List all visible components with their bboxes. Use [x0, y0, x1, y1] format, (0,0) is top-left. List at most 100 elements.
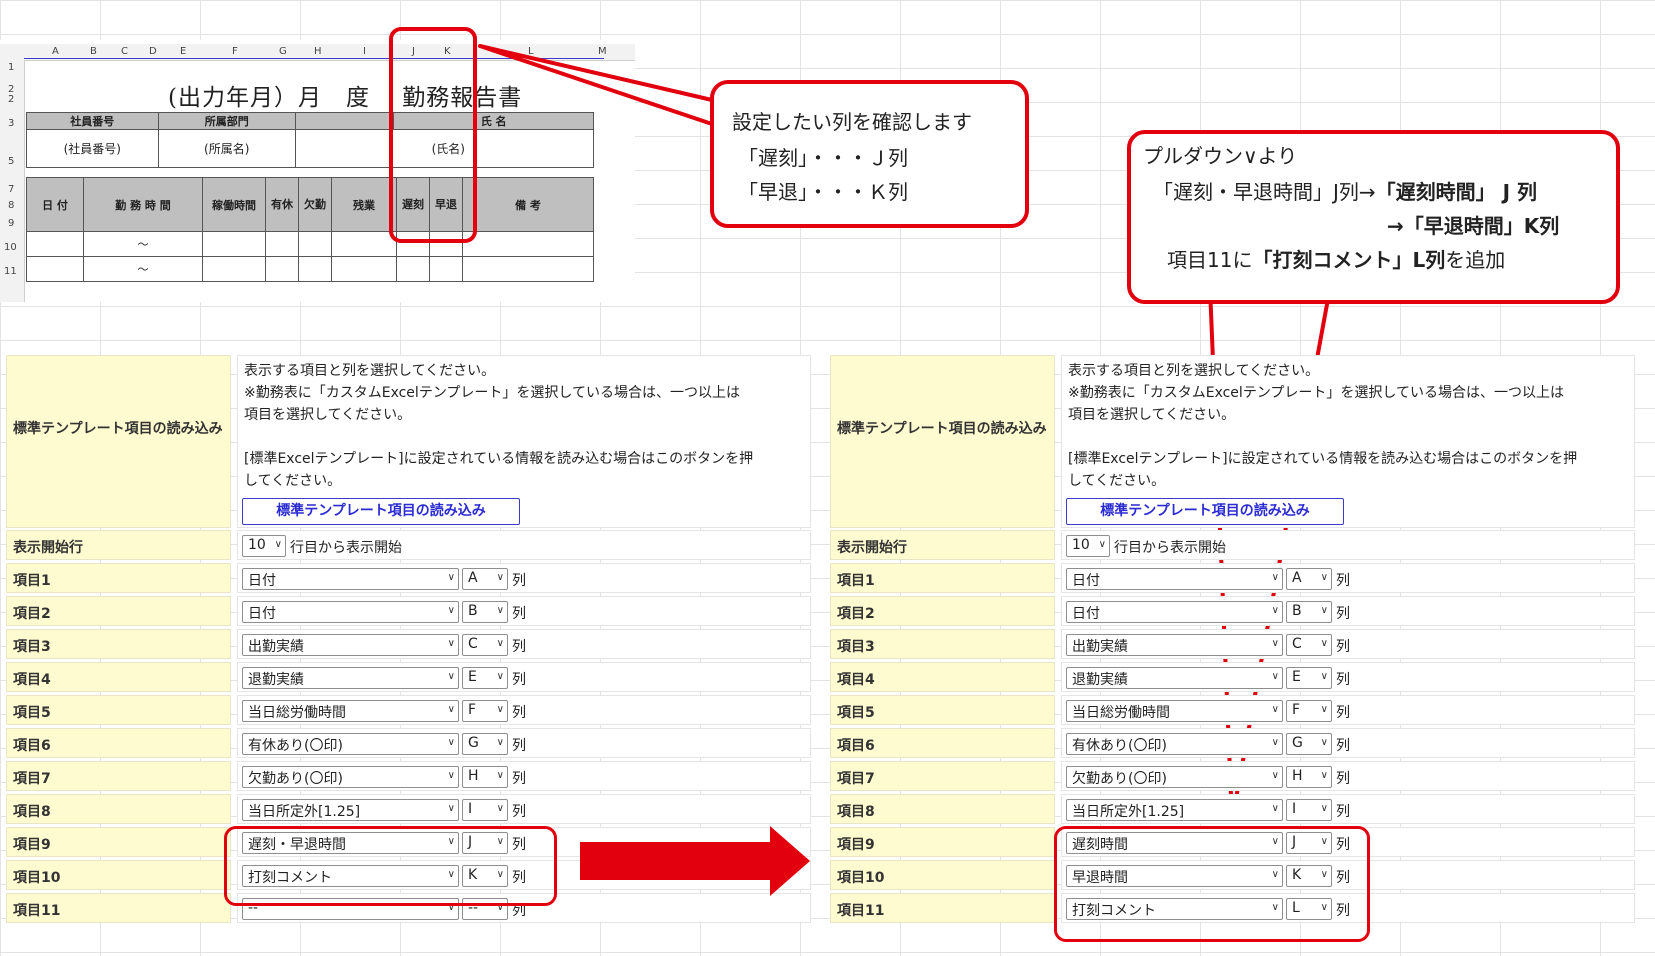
callout-line: 「早退」・・・Ｋ列 — [738, 180, 908, 204]
item-row: 項目5 当日総労働時間 ∨ F ∨ 列 — [830, 695, 1635, 725]
column-suffix: 列 — [512, 672, 526, 688]
chevron-down-icon: ∨ — [1271, 770, 1279, 781]
chevron-down-icon: ∨ — [1271, 605, 1279, 616]
column-suffix: 列 — [1336, 738, 1350, 754]
chevron-down-icon: ∨ — [447, 638, 455, 649]
item-row: 項目2 日付 ∨ B ∨ 列 — [6, 596, 811, 626]
chevron-down-icon: ∨ — [1271, 572, 1279, 583]
item-label: 項目10 — [830, 860, 1055, 890]
template-load-section: 標準テンプレート項目の読み込み 表示する項目と列を選択してください。 ※勤務表に… — [830, 355, 1635, 528]
item-value-select[interactable]: 退勤実績 ∨ — [242, 667, 459, 689]
item-row: 項目7 欠勤あり(〇印) ∨ H ∨ 列 — [830, 761, 1635, 791]
item-value-select[interactable]: 当日所定外[1.25] ∨ — [1066, 799, 1283, 821]
item-value-select[interactable]: 退勤実績 ∨ — [1066, 667, 1283, 689]
item-value-select[interactable]: 欠勤あり(〇印) ∨ — [1066, 766, 1283, 788]
item-column-select[interactable]: A ∨ — [1286, 568, 1332, 590]
item-column-select[interactable]: G ∨ — [1286, 733, 1332, 755]
item-column-select[interactable]: F ∨ — [1286, 700, 1332, 722]
item-value-select[interactable]: 有休あり(〇印) ∨ — [242, 733, 459, 755]
right-arrow-icon — [580, 826, 810, 896]
item-label: 項目4 — [830, 662, 1055, 692]
item-column-select[interactable]: B ∨ — [1286, 601, 1332, 623]
description-line: 表示する項目と列を選択してください。 — [244, 363, 496, 379]
item-value-select[interactable]: 日付 ∨ — [1066, 568, 1283, 590]
item-value-select[interactable]: 当日所定外[1.25] ∨ — [242, 799, 459, 821]
load-template-button[interactable]: 標準テンプレート項目の読み込み — [242, 498, 520, 525]
item-column-select[interactable]: E ∨ — [1286, 667, 1332, 689]
item-value-select[interactable]: 日付 ∨ — [242, 568, 459, 590]
start-row-select[interactable]: 10 ∨ — [1066, 535, 1110, 557]
chevron-down-icon: ∨ — [496, 737, 504, 748]
item-label: 項目2 — [830, 596, 1055, 626]
item-label: 項目6 — [830, 728, 1055, 758]
description-line: 項目を選択してください。 — [1068, 407, 1236, 423]
item-value-select[interactable]: 日付 ∨ — [1066, 601, 1283, 623]
callout-change-instructions: プルダウン∨より 「遅刻・早退時間」J列→「遅刻時間」 J 列 →「早退時間」K… — [1127, 130, 1620, 304]
item-label: 項目3 — [6, 629, 231, 659]
callout-line: →「早退時間」K列 — [1387, 214, 1560, 238]
item-column-select[interactable]: B ∨ — [462, 601, 508, 623]
item-label: 項目1 — [830, 563, 1055, 593]
item-value-select[interactable]: 有休あり(〇印) ∨ — [1066, 733, 1283, 755]
item-value-select[interactable]: 欠勤あり(〇印) ∨ — [242, 766, 459, 788]
column-suffix: 列 — [1336, 672, 1350, 688]
item-column-select[interactable]: A ∨ — [462, 568, 508, 590]
item-value-select[interactable]: 日付 ∨ — [242, 601, 459, 623]
chevron-down-icon: ∨ — [1098, 539, 1106, 550]
item-label: 項目9 — [6, 827, 231, 857]
item-value-select[interactable]: 出勤実績 ∨ — [242, 634, 459, 656]
callout-line: 設定したい列を確認します — [732, 110, 972, 134]
column-suffix: 列 — [512, 573, 526, 589]
item-column-select[interactable]: I ∨ — [462, 799, 508, 821]
start-row-setting: 表示開始行 10 ∨ 行目から表示開始 — [830, 530, 1635, 560]
column-suffix: 列 — [1336, 639, 1350, 655]
start-row-setting: 表示開始行 10 ∨ 行目から表示開始 — [6, 530, 811, 560]
column-suffix: 列 — [1336, 705, 1350, 721]
column-suffix: 列 — [512, 606, 526, 622]
item-column-select[interactable]: E ∨ — [462, 667, 508, 689]
callout-line: 「遅刻・早退時間」J列→「遅刻時間」 J 列 — [1153, 180, 1538, 204]
item-row: 項目6 有休あり(〇印) ∨ G ∨ 列 — [830, 728, 1635, 758]
item-row: 項目6 有休あり(〇印) ∨ G ∨ 列 — [6, 728, 811, 758]
item-column-select[interactable]: C ∨ — [462, 634, 508, 656]
chevron-down-icon: ∨ — [447, 803, 455, 814]
chevron-down-icon: ∨ — [1320, 671, 1328, 682]
chevron-down-icon: ∨ — [447, 572, 455, 583]
chevron-down-icon: ∨ — [1320, 572, 1328, 583]
item-value-select[interactable]: 当日総労働時間 ∨ — [242, 700, 459, 722]
template-load-section: 標準テンプレート項目の読み込み 表示する項目と列を選択してください。 ※勤務表に… — [6, 355, 811, 528]
item-row: 項目1 日付 ∨ A ∨ 列 — [830, 563, 1635, 593]
start-row-select[interactable]: 10 ∨ — [242, 535, 286, 557]
item-label: 項目8 — [6, 794, 231, 824]
item-column-select[interactable]: I ∨ — [1286, 799, 1332, 821]
item-column-select[interactable]: F ∨ — [462, 700, 508, 722]
callout-line: プルダウン∨より — [1143, 144, 1298, 168]
item-value-select[interactable]: 出勤実績 ∨ — [1066, 634, 1283, 656]
start-row-suffix: 行目から表示開始 — [290, 540, 402, 556]
callout-line: 「遅刻」・・・Ｊ列 — [738, 146, 908, 170]
start-row-label: 表示開始行 — [830, 530, 1055, 560]
template-load-label: 標準テンプレート項目の読み込み — [6, 355, 231, 528]
item-label: 項目11 — [6, 893, 231, 923]
column-suffix: 列 — [512, 639, 526, 655]
template-load-label: 標準テンプレート項目の読み込み — [830, 355, 1055, 528]
description-line: 項目を選択してください。 — [244, 407, 412, 423]
item-label: 項目3 — [830, 629, 1055, 659]
column-suffix: 列 — [512, 804, 526, 820]
item-column-select[interactable]: G ∨ — [462, 733, 508, 755]
item-label: 項目5 — [6, 695, 231, 725]
item-column-select[interactable]: C ∨ — [1286, 634, 1332, 656]
load-template-button[interactable]: 標準テンプレート項目の読み込み — [1066, 498, 1344, 525]
item-value-select[interactable]: 当日総労働時間 ∨ — [1066, 700, 1283, 722]
column-suffix: 列 — [512, 771, 526, 787]
item-label: 項目9 — [830, 827, 1055, 857]
item-column-select[interactable]: H ∨ — [1286, 766, 1332, 788]
item-label: 項目5 — [830, 695, 1055, 725]
item-label: 項目1 — [6, 563, 231, 593]
chevron-down-icon: ∨ — [496, 638, 504, 649]
chevron-down-icon: ∨ — [447, 770, 455, 781]
item-row: 項目4 退勤実績 ∨ E ∨ 列 — [830, 662, 1635, 692]
callout-confirm-columns: 設定したい列を確認します 「遅刻」・・・Ｊ列 「早退」・・・Ｋ列 — [710, 80, 1029, 228]
item-row: 項目8 当日所定外[1.25] ∨ I ∨ 列 — [830, 794, 1635, 824]
item-column-select[interactable]: H ∨ — [462, 766, 508, 788]
